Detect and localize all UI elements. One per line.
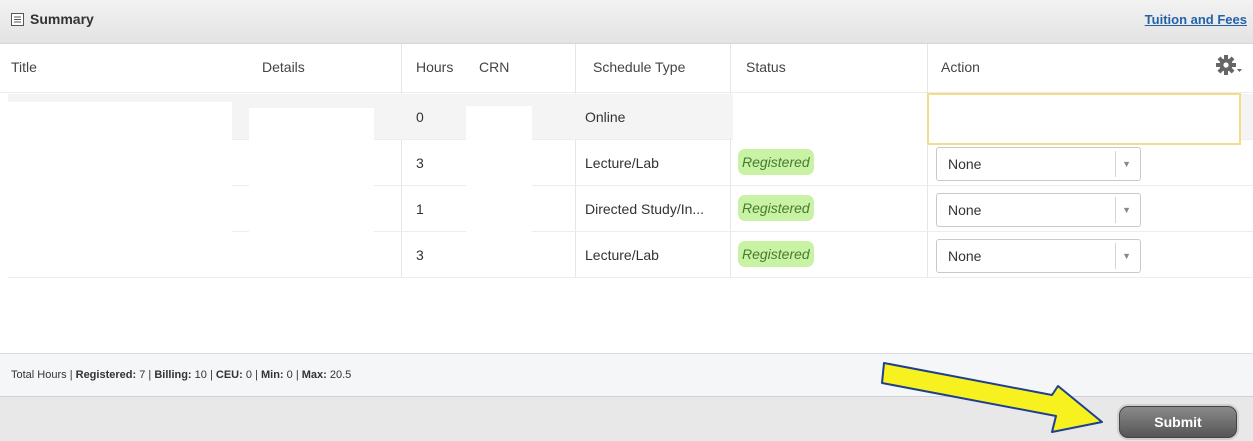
max-value: 20.5 bbox=[329, 369, 352, 381]
action-select-value: None bbox=[948, 248, 982, 264]
panel-title: Summary bbox=[11, 11, 94, 27]
action-select[interactable]: None ▼ bbox=[936, 193, 1141, 227]
row-hours: 3 bbox=[416, 247, 424, 263]
min-value: 0 bbox=[286, 369, 293, 381]
col-title[interactable]: Title bbox=[11, 59, 37, 75]
billing-value: 10 bbox=[194, 369, 207, 381]
redacted-crn-column bbox=[466, 106, 532, 277]
row-hours: 3 bbox=[416, 155, 424, 171]
col-schedule-type[interactable]: Schedule Type bbox=[593, 59, 685, 75]
panel-title-text: Summary bbox=[30, 11, 94, 27]
action-select-value: None bbox=[948, 202, 982, 218]
summary-icon bbox=[11, 12, 24, 26]
status-badge: Registered bbox=[738, 195, 814, 221]
col-details[interactable]: Details bbox=[262, 59, 305, 75]
row-hours: 1 bbox=[416, 201, 424, 217]
col-crn[interactable]: CRN bbox=[479, 59, 509, 75]
redacted-cell bbox=[733, 94, 927, 140]
billing-label: Billing: bbox=[154, 369, 192, 381]
gear-icon[interactable] bbox=[1215, 54, 1243, 78]
col-action[interactable]: Action bbox=[941, 59, 980, 75]
row-schedule-type: Lecture/Lab bbox=[585, 155, 659, 171]
status-badge: Registered bbox=[738, 149, 814, 175]
status-badge: Registered bbox=[738, 241, 814, 267]
summary-header: Summary Tuition and Fees bbox=[0, 0, 1253, 44]
chevron-down-icon: ▼ bbox=[1122, 205, 1131, 215]
row-schedule-type: Online bbox=[585, 109, 626, 125]
action-select-value: None bbox=[948, 156, 982, 172]
redacted-title-column bbox=[0, 102, 232, 277]
max-label: Max: bbox=[301, 369, 327, 381]
row-schedule-type: Directed Study/In... bbox=[585, 201, 705, 217]
table-header: Title Details Hours CRN Schedule Type St… bbox=[0, 44, 1253, 93]
chevron-down-icon: ▼ bbox=[1122, 159, 1131, 169]
total-hours-summary: Total Hours | Registered: 7 | Billing: 1… bbox=[11, 369, 352, 381]
registered-value: 7 bbox=[139, 369, 146, 381]
redacted-details-column bbox=[249, 108, 374, 277]
submit-button[interactable]: Submit bbox=[1119, 406, 1237, 438]
col-hours[interactable]: Hours bbox=[416, 59, 453, 75]
select-divider bbox=[1115, 243, 1116, 269]
row-hours: 0 bbox=[416, 109, 424, 125]
chevron-down-icon: ▼ bbox=[1122, 251, 1131, 261]
totals-label: Total Hours | bbox=[11, 369, 73, 381]
select-divider bbox=[1115, 197, 1116, 223]
action-select[interactable]: None ▼ bbox=[936, 147, 1141, 181]
min-label: Min: bbox=[260, 369, 284, 381]
highlight-box bbox=[927, 93, 1241, 145]
ceu-value: 0 bbox=[245, 369, 252, 381]
row-schedule-type: Lecture/Lab bbox=[585, 247, 659, 263]
col-status[interactable]: Status bbox=[746, 59, 786, 75]
registered-label: Registered: bbox=[75, 369, 137, 381]
arrow-annotation bbox=[881, 362, 1103, 433]
select-divider bbox=[1115, 151, 1116, 177]
ceu-label: CEU: bbox=[215, 369, 243, 381]
action-select[interactable]: None ▼ bbox=[936, 239, 1141, 273]
tuition-and-fees-link[interactable]: Tuition and Fees bbox=[1145, 12, 1247, 27]
